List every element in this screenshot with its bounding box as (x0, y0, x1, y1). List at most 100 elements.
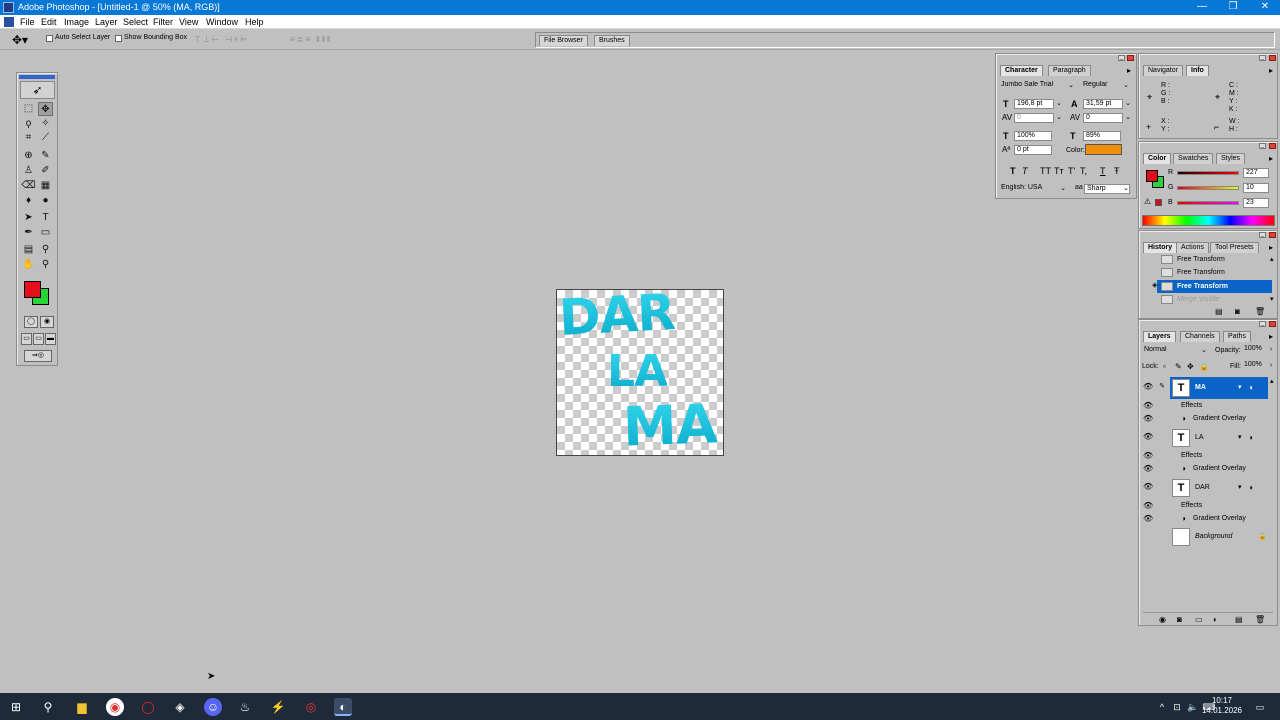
kerning-field[interactable]: 0 (1014, 113, 1054, 123)
panel-minimize-button[interactable]: _ (1259, 143, 1266, 149)
lock-position-icon[interactable]: ✥ (1187, 362, 1194, 372)
tab-layers[interactable]: Layers (1143, 331, 1176, 342)
jump-to-imageready-icon[interactable]: ⇒◎ (24, 350, 52, 362)
app-icon[interactable]: ⚡ (269, 698, 287, 716)
color-ramp[interactable] (1142, 215, 1275, 226)
type-tool-icon[interactable]: T (38, 211, 53, 225)
eye-icon[interactable]: 👁 (1143, 382, 1153, 392)
small-caps-button[interactable]: Tт (1054, 166, 1064, 176)
magic-wand-tool-icon[interactable]: ✧ (38, 117, 53, 131)
zoom-tool-icon[interactable]: ⚲ (38, 258, 53, 272)
panel-menu-icon[interactable]: ▸ (1269, 154, 1273, 163)
effects-expand-icon[interactable]: ▾ (1238, 433, 1242, 443)
eye-icon[interactable]: 👁 (1143, 432, 1153, 442)
tracking-field[interactable]: 0 (1083, 113, 1123, 123)
healing-brush-tool-icon[interactable]: ⊕ (21, 149, 36, 163)
layer-row-la[interactable]: T LA ▾ ◑ (1170, 427, 1268, 449)
shape-tool-icon[interactable]: ▭ (38, 226, 53, 240)
screen-mode-full-icon[interactable]: ▬ (45, 333, 56, 345)
lock-image-icon[interactable]: ✎ (1175, 362, 1182, 372)
effects-expand-icon[interactable]: ▾ (1238, 383, 1242, 393)
tab-paragraph[interactable]: Paragraph (1048, 65, 1091, 76)
faux-italic-button[interactable]: T (1022, 166, 1028, 176)
panel-menu-icon[interactable]: ▸ (1269, 66, 1273, 75)
clone-stamp-tool-icon[interactable]: ♙ (21, 164, 36, 178)
menu-view[interactable]: View (179, 16, 198, 28)
chevron-down-icon[interactable]: ⌄ (1124, 100, 1132, 108)
discord-icon[interactable]: ☺ (204, 698, 222, 716)
distribute-icons[interactable]: ≡≣≡ ⫴⫴⫴ (290, 35, 332, 45)
all-caps-button[interactable]: TT (1040, 166, 1051, 176)
eye-icon[interactable]: 👁 (1143, 482, 1153, 492)
new-adjustment-icon[interactable]: ◐ (1213, 615, 1218, 625)
channel-g-field[interactable]: 10 (1243, 183, 1269, 193)
new-snapshot-icon[interactable]: ◙ (1235, 307, 1240, 317)
subscript-button[interactable]: T, (1080, 166, 1087, 176)
history-brush-source-icon[interactable]: ◈ (1152, 281, 1157, 291)
superscript-button[interactable]: T' (1068, 166, 1075, 176)
brush-link-icon[interactable]: ✎ (1157, 382, 1167, 392)
foreground-color-swatch[interactable] (24, 281, 41, 298)
add-style-icon[interactable]: ◉ (1159, 615, 1166, 625)
tab-tool-presets[interactable]: Tool Presets (1210, 242, 1259, 253)
panel-close-button[interactable] (1269, 321, 1276, 327)
document-icon[interactable] (4, 17, 14, 27)
horizontal-scale-field[interactable]: 89% (1083, 131, 1121, 141)
channel-r-field[interactable]: 227 (1243, 168, 1269, 178)
font-family-select[interactable]: Jumbo Sale Trial (999, 81, 1075, 91)
chevron-down-icon[interactable]: ⌄ (1055, 114, 1063, 122)
panel-close-button[interactable] (1269, 143, 1276, 149)
screen-mode-full-menu-icon[interactable]: ▭ (33, 333, 44, 345)
marquee-tool-icon[interactable]: ⬚ (21, 102, 36, 116)
blend-mode-select[interactable]: Normal (1142, 346, 1209, 356)
strikethrough-button[interactable]: Ŧ (1114, 166, 1120, 176)
language-select[interactable]: English: USA (999, 184, 1067, 194)
scroll-up-icon[interactable]: ▴ (1270, 255, 1274, 265)
path-selection-tool-icon[interactable]: ➤ (21, 211, 36, 225)
standard-mode-icon[interactable]: ◯ (24, 316, 38, 328)
gamut-swatch[interactable] (1155, 199, 1162, 206)
tab-paths[interactable]: Paths (1223, 331, 1251, 342)
eye-icon[interactable]: 👁 (1143, 401, 1153, 411)
notes-tool-icon[interactable]: ▤ (21, 243, 36, 257)
menu-edit[interactable]: Edit (41, 16, 57, 28)
history-brush-tool-icon[interactable]: ✐ (38, 164, 53, 178)
new-document-from-state-icon[interactable]: ▤ (1215, 307, 1223, 317)
eye-icon[interactable]: 👁 (1143, 514, 1153, 524)
menu-file[interactable]: File (20, 16, 35, 28)
dodge-tool-icon[interactable]: ● (38, 194, 53, 208)
effects-expand-icon[interactable]: ▾ (1238, 483, 1242, 493)
panel-close-button[interactable] (1269, 232, 1276, 238)
chevron-right-icon[interactable]: › (1267, 346, 1275, 354)
panel-minimize-button[interactable]: _ (1259, 55, 1266, 61)
font-size-field[interactable]: 196,8 pt (1014, 99, 1054, 109)
panel-close-button[interactable] (1269, 55, 1276, 61)
baseline-shift-field[interactable]: 0 pt (1014, 145, 1052, 155)
align-icons[interactable]: ⊤⊥⊢ ⊣⊧⊨ (194, 35, 249, 45)
restore-button[interactable]: ❐ (1218, 0, 1248, 15)
document-canvas[interactable]: DAR LA MA (556, 289, 724, 456)
tab-info[interactable]: Info (1186, 65, 1209, 76)
chevron-down-icon[interactable]: ⌄ (1124, 114, 1132, 122)
menu-help[interactable]: Help (245, 16, 264, 28)
search-icon[interactable]: ⚲ (39, 698, 57, 716)
history-item[interactable]: Free Transform (1157, 253, 1272, 266)
screen-mode-standard-icon[interactable]: ▭ (21, 333, 32, 345)
brush-tool-icon[interactable]: ✎ (38, 149, 53, 163)
menu-filter[interactable]: Filter (153, 16, 173, 28)
tab-actions[interactable]: Actions (1176, 242, 1209, 253)
eyedropper-tool-icon[interactable]: ⚲ (38, 243, 53, 257)
vpn-icon[interactable]: ◈ (171, 698, 189, 716)
tab-color[interactable]: Color (1143, 153, 1172, 164)
new-layer-icon[interactable]: ▤ (1235, 615, 1243, 625)
close-button[interactable]: ✕ (1250, 0, 1280, 15)
crop-tool-icon[interactable]: ⌗ (21, 131, 36, 145)
toolbox-title[interactable] (19, 75, 55, 79)
eye-icon[interactable]: 👁 (1143, 464, 1153, 474)
history-item-selected[interactable]: Free Transform (1157, 280, 1272, 293)
chevron-right-icon[interactable]: › (1267, 362, 1275, 370)
windows-start-icon[interactable]: ⊞ (7, 698, 25, 716)
color-foreground-swatch[interactable] (1146, 170, 1158, 182)
auto-select-checkbox[interactable] (46, 35, 53, 42)
menu-image[interactable]: Image (64, 16, 89, 28)
